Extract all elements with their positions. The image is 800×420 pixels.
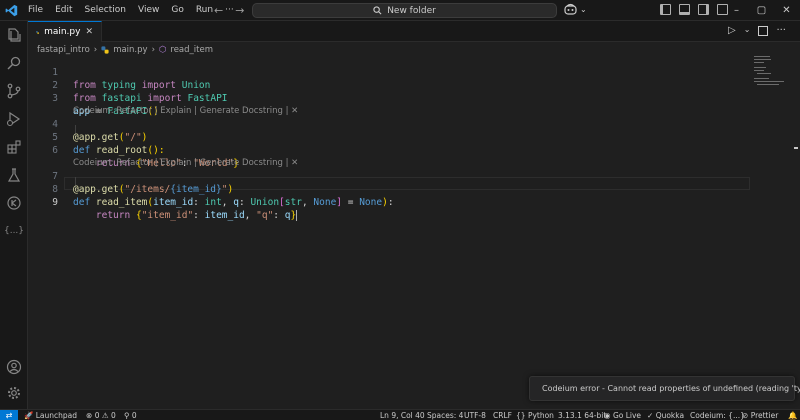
menu-file[interactable]: File: [22, 0, 49, 21]
minimap[interactable]: [754, 54, 786, 94]
search-view-icon[interactable]: [4, 53, 24, 73]
ports-indicator[interactable]: ⚲ 0: [124, 410, 137, 420]
indentation[interactable]: Spaces: 4: [427, 410, 463, 420]
testing-icon[interactable]: [4, 165, 24, 185]
extensions-icon[interactable]: [4, 137, 24, 157]
command-center-label: New folder: [387, 5, 436, 16]
source-control-icon[interactable]: [4, 81, 24, 101]
remote-indicator-icon[interactable]: ⇄: [0, 410, 18, 420]
error-count-icon: ⊗: [86, 411, 93, 420]
layout-controls: [660, 4, 728, 15]
tab-label: main.py: [44, 27, 81, 37]
maximize-button[interactable]: ▢: [749, 0, 774, 21]
back-arrow-icon[interactable]: ←: [214, 4, 223, 17]
code-lens[interactable]: Codeium: Refactor | Explain | Generate D…: [28, 144, 788, 168]
encoding[interactable]: UTF-8: [464, 410, 486, 420]
cursor-position[interactable]: Ln 9, Col 40: [380, 410, 425, 420]
editor-area: main.py ✕ ▷ ⌄ ··· fastapi_intro › main.p…: [28, 21, 800, 409]
notifications-bell-icon[interactable]: 🔔: [788, 410, 797, 420]
menu-edit[interactable]: Edit: [49, 0, 78, 21]
minimize-button[interactable]: –: [724, 0, 749, 21]
split-editor-icon[interactable]: [758, 26, 769, 36]
explorer-icon[interactable]: [4, 25, 24, 45]
ports-icon: ⚲: [124, 411, 130, 420]
launchpad-item[interactable]: 🚀 Launchpad: [24, 410, 77, 420]
menu-selection[interactable]: Selection: [79, 0, 132, 21]
more-actions-icon[interactable]: ···: [776, 25, 786, 36]
double-check-icon: ⊘: [742, 411, 749, 420]
python-interpreter[interactable]: 3.13.1 64-bit: [558, 410, 606, 420]
run-file-icon[interactable]: ▷: [728, 25, 736, 36]
tab-bar: main.py ✕ ▷ ⌄ ···: [28, 21, 800, 42]
menu-bar: File Edit Selection View Go Run ···: [22, 0, 240, 21]
line-ending[interactable]: CRLF: [493, 410, 512, 420]
warning-count-icon: ⚠: [101, 411, 109, 420]
problems-indicator[interactable]: ⊗ 0 ⚠ 0: [86, 410, 116, 420]
quokka-item[interactable]: ✓ Quokka: [647, 410, 684, 420]
go-live-button[interactable]: ◉ Go Live: [604, 410, 641, 420]
broadcast-icon: ◉: [604, 411, 611, 420]
code-lens[interactable]: Codeium: Refactor | Explain | Generate D…: [28, 92, 788, 116]
python-env-icon[interactable]: [4, 193, 24, 213]
menu-go[interactable]: Go: [165, 0, 189, 21]
error-notification[interactable]: Codeium error - Cannot read properties o…: [529, 376, 800, 401]
title-bar: File Edit Selection View Go Run ··· ← → …: [0, 0, 800, 21]
scrollbar-cursor-marker: [794, 147, 798, 149]
run-dropdown-icon[interactable]: ⌄: [744, 25, 751, 36]
prettier-status[interactable]: ⊘ Prettier: [742, 410, 778, 420]
code-line: 4 @app.get("/"): [28, 105, 788, 143]
code-line: 1 from typing import Union: [28, 53, 788, 91]
window-controls: – ▢ ✕: [724, 0, 799, 21]
braces-icon: {}: [516, 411, 526, 420]
code-line: 2 from fastapi import FastAPI: [28, 66, 788, 104]
tab-main-py[interactable]: main.py ✕: [28, 21, 102, 42]
code-line: 5 def read_root():: [28, 118, 788, 156]
code-line-active: 9 return {"item_id": item_id, "q": q}: [28, 183, 788, 221]
run-debug-icon[interactable]: [4, 109, 24, 129]
command-center-search[interactable]: New folder: [252, 3, 557, 18]
activity-bar: {...}: [0, 21, 28, 409]
code-line: 6 return {"Hello": "World"}: [28, 131, 788, 169]
copilot-icon[interactable]: [563, 3, 578, 18]
close-tab-icon[interactable]: ✕: [85, 27, 93, 37]
code-line: 7 @app.get("/items/{item_id}"): [28, 157, 788, 195]
language-mode[interactable]: {} Python: [516, 410, 554, 420]
vscode-logo-icon: [0, 0, 22, 21]
copilot-dropdown-icon[interactable]: ⌄: [580, 5, 587, 14]
forward-arrow-icon[interactable]: →: [235, 4, 244, 17]
search-icon: [373, 6, 382, 15]
line-number: 9: [52, 197, 58, 208]
text-cursor: [296, 210, 298, 221]
menu-view[interactable]: View: [132, 0, 165, 21]
editor-actions: ▷ ⌄ ···: [728, 25, 786, 36]
notification-message: Codeium error - Cannot read properties o…: [542, 384, 800, 393]
toggle-secondary-sidebar-icon[interactable]: [698, 4, 709, 15]
python-file-icon: [36, 30, 39, 34]
toggle-panel-icon[interactable]: [679, 4, 690, 15]
launchpad-icon: 🚀: [24, 411, 34, 420]
toggle-sidebar-icon[interactable]: [660, 4, 671, 15]
nav-arrows: ← →: [214, 0, 244, 21]
status-bar: ⇄ 🚀 Launchpad ⊗ 0 ⚠ 0 ⚲ 0 Ln 9, Col 40 S…: [0, 409, 800, 420]
code-line: 8 def read_item(item_id: int, q: Union[s…: [28, 170, 788, 208]
account-icon[interactable]: [4, 357, 24, 377]
settings-gear-icon[interactable]: [4, 383, 24, 403]
codeium-status[interactable]: Codeium: {...}: [690, 410, 745, 420]
json-braces-icon[interactable]: {...}: [4, 221, 24, 241]
close-window-button[interactable]: ✕: [774, 0, 799, 21]
check-icon: ✓: [647, 411, 654, 420]
code-line: 3 app = FastAPI(): [28, 79, 788, 117]
